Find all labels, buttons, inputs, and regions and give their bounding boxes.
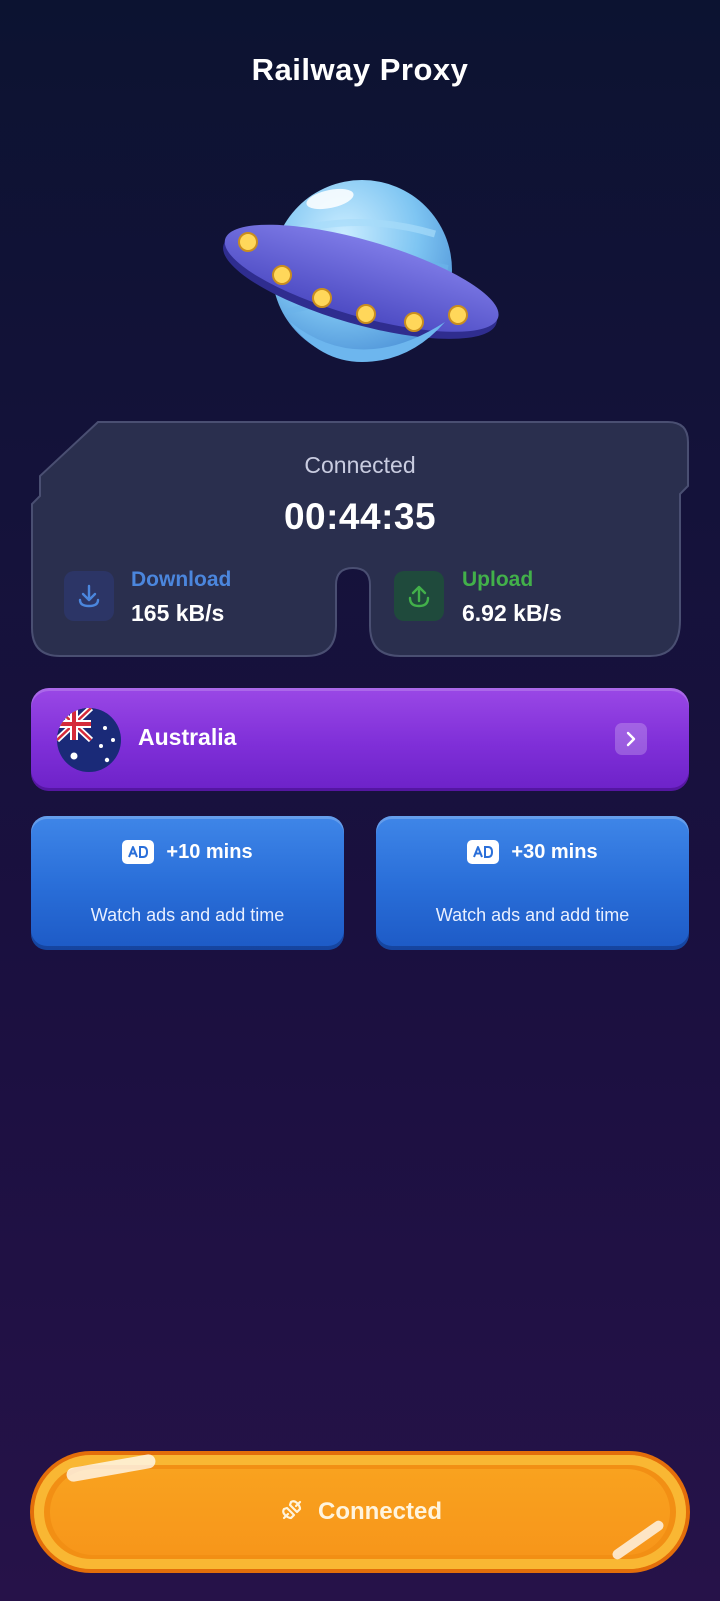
add-10-mins-button[interactable]: +10 mins Watch ads and add time — [31, 816, 344, 950]
session-timer: 00:44:35 — [283, 496, 437, 537]
upload-icon — [394, 571, 444, 621]
ad-badge-icon — [122, 840, 155, 864]
add-30-mins-button[interactable]: +30 mins Watch ads and add time — [376, 816, 689, 950]
connect-button[interactable]: Connected — [34, 1453, 686, 1569]
upload-label: Upload — [462, 568, 534, 591]
server-country-name: Australia — [138, 724, 237, 750]
connect-button-label: Connected — [317, 1498, 442, 1525]
connection-status-label: Connected — [304, 452, 416, 478]
app-title: Railway Proxy — [251, 52, 469, 87]
australia-flag-icon — [57, 708, 121, 772]
upload-speed: 6.92 kB/s — [462, 600, 562, 626]
download-speed: 165 kB/s — [131, 600, 225, 626]
server-selector[interactable]: Australia — [31, 688, 689, 791]
download-label: Download — [131, 568, 232, 591]
ad-description: Watch ads and add time — [90, 905, 285, 925]
ad-time-label: +10 mins — [166, 840, 253, 863]
chevron-right-icon[interactable] — [615, 723, 647, 755]
download-icon — [64, 571, 114, 621]
ad-time-label: +30 mins — [511, 840, 598, 863]
ad-description: Watch ads and add time — [435, 905, 630, 925]
connection-status-card: Connected 00:44:35 Download 165 kB/s Upl… — [30, 420, 690, 658]
ad-badge-icon — [467, 840, 500, 864]
ufo-illustration — [210, 172, 510, 377]
plug-icon — [278, 1496, 306, 1529]
